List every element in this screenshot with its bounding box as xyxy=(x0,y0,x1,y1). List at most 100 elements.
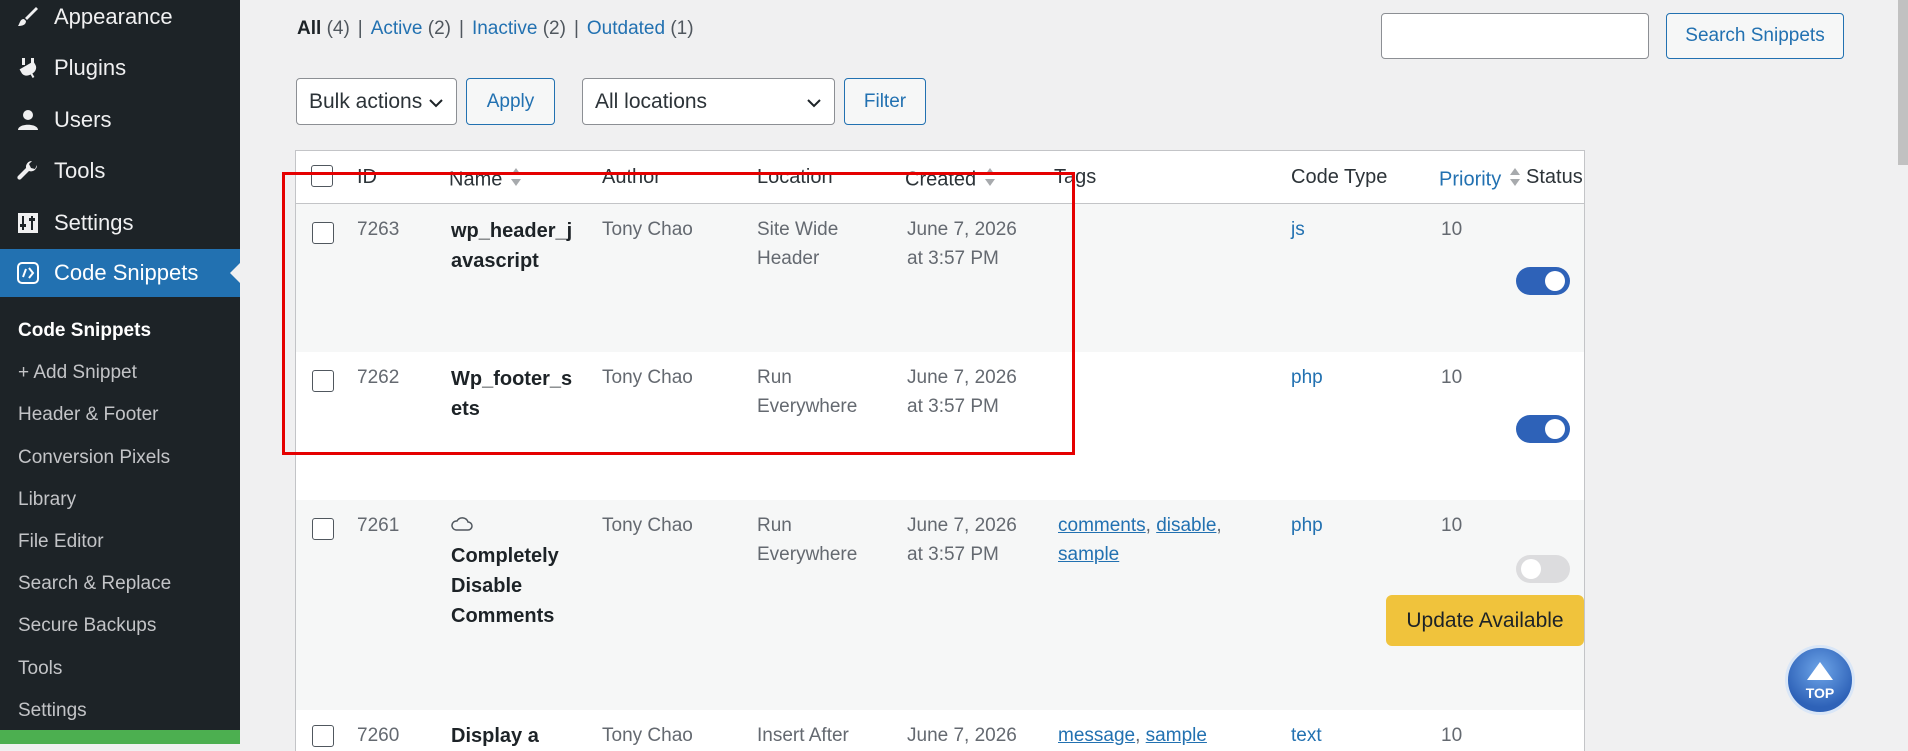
snippet-author: Tony Chao xyxy=(602,219,693,240)
bulk-actions-value: Bulk actions xyxy=(309,89,423,113)
paintbrush-icon xyxy=(14,3,42,31)
snippet-name-link[interactable]: wp_header_j avascript xyxy=(451,216,572,276)
submenu-code-snippets[interactable]: Code Snippets xyxy=(18,320,151,342)
table-row: 7263 wp_header_j avascript Tony Chao Site… xyxy=(296,204,1584,352)
filter-inactive[interactable]: Inactive xyxy=(472,18,537,39)
arrow-up-icon xyxy=(1805,660,1835,687)
menu-appearance[interactable]: Appearance xyxy=(0,0,240,41)
tag-link[interactable]: message xyxy=(1058,725,1135,746)
col-tags: Tags xyxy=(1054,166,1097,188)
filter-button[interactable]: Filter xyxy=(844,78,926,125)
table-row: 7262 Wp_footer_s ets Tony Chao Run Everywh… xyxy=(296,352,1584,500)
tag-link[interactable]: comments xyxy=(1058,515,1146,536)
snippet-name-link[interactable]: Display a xyxy=(451,721,539,751)
bulk-actions-select[interactable]: Bulk actions xyxy=(296,78,457,125)
snippet-created: June 7, 2026 at 3:57 PM xyxy=(907,367,1017,417)
snippet-status-toggle[interactable] xyxy=(1516,555,1570,583)
submenu-library[interactable]: Library xyxy=(18,489,76,511)
row-checkbox[interactable] xyxy=(312,518,334,540)
snippet-code-type[interactable]: php xyxy=(1291,511,1323,540)
col-id: ID xyxy=(357,166,377,188)
locations-value: All locations xyxy=(595,89,708,113)
snippets-table: ID Name Author Location Created Tags Cod… xyxy=(295,150,1585,751)
submenu-tools[interactable]: Tools xyxy=(18,658,62,680)
menu-label: Settings xyxy=(54,210,134,235)
back-to-top-button[interactable]: TOP xyxy=(1785,645,1855,715)
snippet-priority: 10 xyxy=(1441,725,1463,746)
row-checkbox[interactable] xyxy=(312,370,334,392)
snippet-id: 7262 xyxy=(357,367,400,388)
submenu-secure-backups[interactable]: Secure Backups xyxy=(18,615,156,637)
snippet-priority: 10 xyxy=(1441,367,1463,388)
tag-link[interactable]: disable xyxy=(1156,515,1216,536)
snippet-location: Insert After xyxy=(757,725,849,746)
tag-link[interactable]: sample xyxy=(1146,725,1207,746)
locations-select[interactable]: All locations xyxy=(582,78,835,125)
snippet-author: Tony Chao xyxy=(602,515,693,536)
snippet-priority: 10 xyxy=(1441,219,1463,240)
row-checkbox[interactable] xyxy=(312,222,334,244)
table-row: 7261 Completely Disable Comments Tony Chao… xyxy=(296,500,1584,710)
menu-code-snippets[interactable]: Code Snippets xyxy=(0,249,240,297)
menu-users[interactable]: Users xyxy=(0,96,240,144)
snippet-author: Tony Chao xyxy=(602,367,693,388)
search-input[interactable] xyxy=(1381,13,1649,59)
snippet-id: 7260 xyxy=(357,725,400,746)
snippet-status-toggle[interactable] xyxy=(1516,415,1570,443)
snippet-code-type[interactable]: js xyxy=(1291,215,1305,244)
submenu-search-replace[interactable]: Search & Replace xyxy=(18,573,171,595)
snippet-code-type[interactable]: text xyxy=(1291,721,1322,750)
search-snippets-button[interactable]: Search Snippets xyxy=(1666,13,1844,59)
menu-label: Code Snippets xyxy=(54,260,199,285)
col-location: Location xyxy=(757,166,833,188)
col-status: Status xyxy=(1526,166,1583,188)
col-author: Author xyxy=(602,166,661,188)
submenu-header-footer[interactable]: Header & Footer xyxy=(18,404,158,426)
snippet-priority: 10 xyxy=(1441,515,1463,536)
sort-icon xyxy=(1509,166,1521,194)
table-row: 7260 Display a Tony Chao Insert After Ju… xyxy=(296,710,1584,751)
select-all-checkbox[interactable] xyxy=(311,165,333,187)
menu-tools[interactable]: Tools xyxy=(0,147,240,195)
snippet-location: Run Everywhere xyxy=(757,367,858,417)
submenu-conversion-pixels[interactable]: Conversion Pixels xyxy=(18,447,170,469)
filter-active[interactable]: Active xyxy=(371,18,423,39)
snippet-code-type[interactable]: php xyxy=(1291,363,1323,392)
chevron-down-icon xyxy=(428,90,444,114)
col-code-type: Code Type xyxy=(1291,166,1388,188)
snippet-location: Site Wide Header xyxy=(757,219,839,269)
admin-sidebar: Appearance Plugins Users Tools Settings … xyxy=(0,0,240,744)
snippet-created: June 7, 2026 at 3:57 PM xyxy=(907,219,1017,269)
user-icon xyxy=(14,106,42,134)
top-label: TOP xyxy=(1805,684,1835,701)
sidebar-bottom-bar xyxy=(0,730,240,744)
update-available-button[interactable]: Update Available xyxy=(1386,595,1584,646)
status-filter-links: All (4) | Active (2) | Inactive (2) | Outdated… xyxy=(297,18,694,39)
snippet-name-link[interactable]: Completely Disable Comments xyxy=(451,541,559,631)
tag-link[interactable]: sample xyxy=(1058,544,1119,565)
col-priority[interactable]: Priority xyxy=(1439,166,1521,194)
submenu-settings[interactable]: Settings xyxy=(18,700,87,722)
snippet-tags: message, sample xyxy=(1058,725,1207,746)
menu-label: Tools xyxy=(54,158,106,183)
snippet-status-toggle[interactable] xyxy=(1516,267,1570,295)
menu-plugins[interactable]: Plugins xyxy=(0,44,240,92)
submenu-add-snippet[interactable]: + Add Snippet xyxy=(18,362,137,384)
snippet-id: 7261 xyxy=(357,515,400,536)
wrench-icon xyxy=(14,157,42,185)
scrollbar-thumb[interactable] xyxy=(1898,0,1908,165)
sort-icon xyxy=(984,166,996,194)
col-name[interactable]: Name xyxy=(449,166,522,194)
menu-settings[interactable]: Settings xyxy=(0,199,240,247)
menu-label: Appearance xyxy=(54,4,173,29)
col-created[interactable]: Created xyxy=(905,166,996,194)
filter-all[interactable]: All (4) xyxy=(297,18,350,39)
menu-label: Users xyxy=(54,107,112,132)
apply-button[interactable]: Apply xyxy=(466,78,555,125)
snippet-name-link[interactable]: Wp_footer_s ets xyxy=(451,364,572,424)
filter-outdated[interactable]: Outdated xyxy=(587,18,665,39)
table-header: ID Name Author Location Created Tags Cod… xyxy=(296,151,1584,204)
snippet-created: June 7, 2026 xyxy=(907,725,1017,746)
plugin-icon xyxy=(14,54,42,82)
submenu-file-editor[interactable]: File Editor xyxy=(18,531,104,553)
